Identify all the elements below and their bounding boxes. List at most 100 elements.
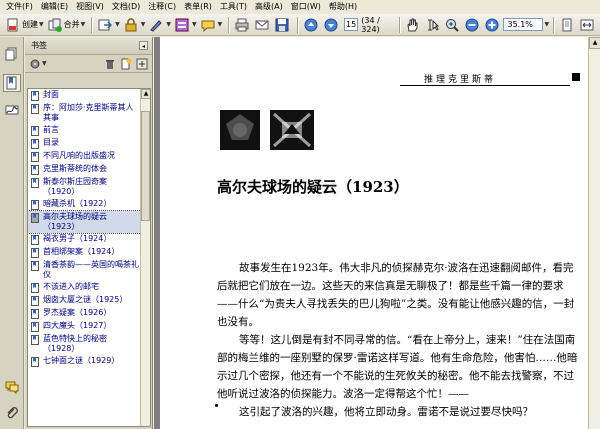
bookmark-label: 清香茶韵——英国的喝茶礼仪 [43, 260, 139, 279]
bookmark-item[interactable]: 斯泰尔斯庄园奇案（1920） [28, 176, 141, 198]
combine-files-icon [48, 18, 62, 32]
bookmark-item[interactable]: 不同凡响的出版盛况 [28, 150, 141, 163]
bookmark-label: 目录 [43, 138, 59, 147]
print-icon [235, 18, 249, 31]
toolbar-divider [228, 16, 230, 33]
scroll-up-arrow-icon[interactable]: ▲ [589, 37, 600, 49]
create-button[interactable]: 创建 ▼ [4, 16, 46, 34]
hand-tool-button[interactable] [403, 16, 423, 34]
signatures-panel-button[interactable] [3, 101, 21, 119]
select-tool-button[interactable] [423, 16, 443, 34]
fit-width-button[interactable] [578, 16, 598, 34]
menu-forms[interactable]: 表单(R) [180, 0, 216, 14]
create-label: 创建 [22, 20, 38, 29]
review-button[interactable]: ▼ [199, 16, 225, 34]
bookmark-page-icon [31, 357, 39, 367]
page-number-input[interactable]: 15 [344, 18, 359, 31]
fit-page-button[interactable] [558, 16, 578, 34]
forms-button[interactable]: ▼ [173, 16, 199, 34]
minus-circle-icon [465, 18, 479, 31]
delete-trash-icon[interactable] [104, 58, 116, 70]
text-select-icon [428, 19, 440, 31]
zoom-dropdown-icon[interactable]: ▼ [544, 21, 549, 28]
bookmark-item[interactable]: 七钟面之谜（1929） [28, 355, 141, 368]
menu-document[interactable]: 文档(D) [108, 0, 144, 14]
menu-comments[interactable]: 注释(C) [144, 0, 180, 14]
bookmark-page-icon [31, 283, 39, 293]
bookmark-scrollbar[interactable]: ▲ [140, 89, 150, 426]
scroll-up-arrow-icon[interactable]: ▲ [141, 89, 150, 99]
bookmark-item[interactable]: 首相绑架案（1924） [28, 246, 141, 259]
signature-icon [5, 105, 19, 115]
bookmark-item[interactable]: 高尔夫球场的疑云（1923） [28, 210, 142, 234]
export-button[interactable]: ▼ [96, 16, 122, 34]
bookmark-item[interactable]: 暗藏杀机（1922） [28, 198, 141, 211]
secure-button[interactable]: ▼ [122, 16, 148, 34]
menu-tools[interactable]: 工具(T) [216, 0, 251, 14]
menu-edit[interactable]: 编辑(E) [37, 0, 72, 14]
bookmark-item[interactable]: 四大魔头（1927） [28, 320, 141, 333]
hand-icon [407, 18, 418, 31]
bookmark-page-icon [31, 139, 39, 149]
paperclip-icon [7, 407, 18, 419]
sign-button[interactable]: ▼ [147, 16, 173, 34]
create-pdf-icon [7, 18, 18, 31]
next-page-button[interactable] [322, 16, 342, 34]
plus-circle-icon [485, 18, 499, 31]
paragraph-3: 这引起了波洛的兴趣，他将立即动身。雷诺不是说过要尽快吗？ [239, 406, 533, 418]
bookmark-item[interactable]: 清香茶韵——英国的喝茶礼仪 [28, 259, 141, 281]
menu-window[interactable]: 窗口(W) [287, 0, 325, 14]
navigation-rail [0, 37, 24, 429]
bookmark-label: 烟囱大厦之谜（1925） [43, 295, 128, 304]
menu-file[interactable]: 文件(F) [2, 0, 37, 14]
bookmark-item[interactable]: 序：阿加莎·克里斯蒂其人其事 [28, 102, 141, 124]
bookmark-page-icon [31, 152, 39, 162]
zoom-level-input[interactable]: 35.1% [503, 18, 544, 31]
bookmark-page-icon [31, 126, 39, 136]
chapter-ornament-image [220, 110, 314, 150]
bookmarks-header: 书签 ◂ [25, 37, 152, 55]
options-gear-icon[interactable] [29, 58, 41, 70]
bookmark-page-icon [31, 178, 39, 188]
combine-button[interactable]: 合并 ▼ [46, 16, 88, 34]
bookmark-item[interactable]: 封面 [28, 89, 141, 102]
bookmark-item[interactable]: 蓝色特快上的秘密（1928） [28, 333, 141, 355]
email-button[interactable] [253, 16, 273, 34]
bookmark-item[interactable]: 烟囱大厦之谜（1925） [28, 294, 141, 307]
bookmark-item[interactable]: 不该进入的邮宅 [28, 281, 141, 294]
comments-panel-button[interactable] [3, 378, 21, 396]
attachments-panel-button[interactable] [3, 404, 21, 422]
zoom-out-button[interactable] [463, 16, 483, 34]
comment-icon [201, 20, 215, 32]
zoom-tool-button[interactable] [443, 16, 463, 34]
expand-bookmark-icon[interactable] [136, 58, 148, 70]
new-bookmark-icon[interactable] [120, 58, 132, 70]
pdf-page: 推理克里斯蒂 高尔夫球场的疑云（1923） 故事发生在1923年。伟大非凡的侦探… [160, 37, 588, 429]
bookmark-page-icon [31, 296, 39, 306]
menu-help[interactable]: 帮助(H) [325, 0, 361, 14]
toolbar-divider [91, 16, 93, 33]
bookmarks-panel-button[interactable] [3, 74, 21, 92]
collapse-panel-button[interactable]: ◂ [139, 41, 148, 50]
bookmark-item[interactable]: 前言 [28, 124, 141, 137]
document-scrollbar[interactable]: ▲ [588, 37, 600, 429]
menu-advanced[interactable]: 高级(A) [251, 0, 287, 14]
bookmark-item[interactable]: 目录 [28, 137, 141, 150]
save-button[interactable] [273, 16, 293, 34]
menu-view[interactable]: 视图(V) [72, 0, 108, 14]
bookmark-page-icon [31, 213, 39, 223]
pages-panel-button[interactable] [3, 45, 21, 63]
mail-icon [255, 20, 269, 29]
bookmark-item[interactable]: 罗杰疑案（1926） [28, 307, 141, 320]
bookmark-label: 封面 [43, 90, 59, 99]
bookmark-item[interactable]: 褐衣男子（1924） [28, 233, 141, 246]
previous-page-button[interactable] [302, 16, 322, 34]
bookmark-item[interactable]: 克里斯蒂统的体会 [28, 163, 141, 176]
bookmark-page-icon [31, 322, 39, 332]
arrow-up-icon [304, 18, 318, 31]
zoom-in-button[interactable] [483, 16, 503, 34]
scroll-thumb[interactable] [141, 111, 150, 221]
print-button[interactable] [233, 16, 253, 34]
chevron-down-icon[interactable]: ▼ [42, 60, 47, 67]
paragraph-1: 故事发生在1923年。伟大非凡的侦探赫克尔·波洛在迅速翻阅邮件，看完后就把它们放… [217, 262, 575, 328]
